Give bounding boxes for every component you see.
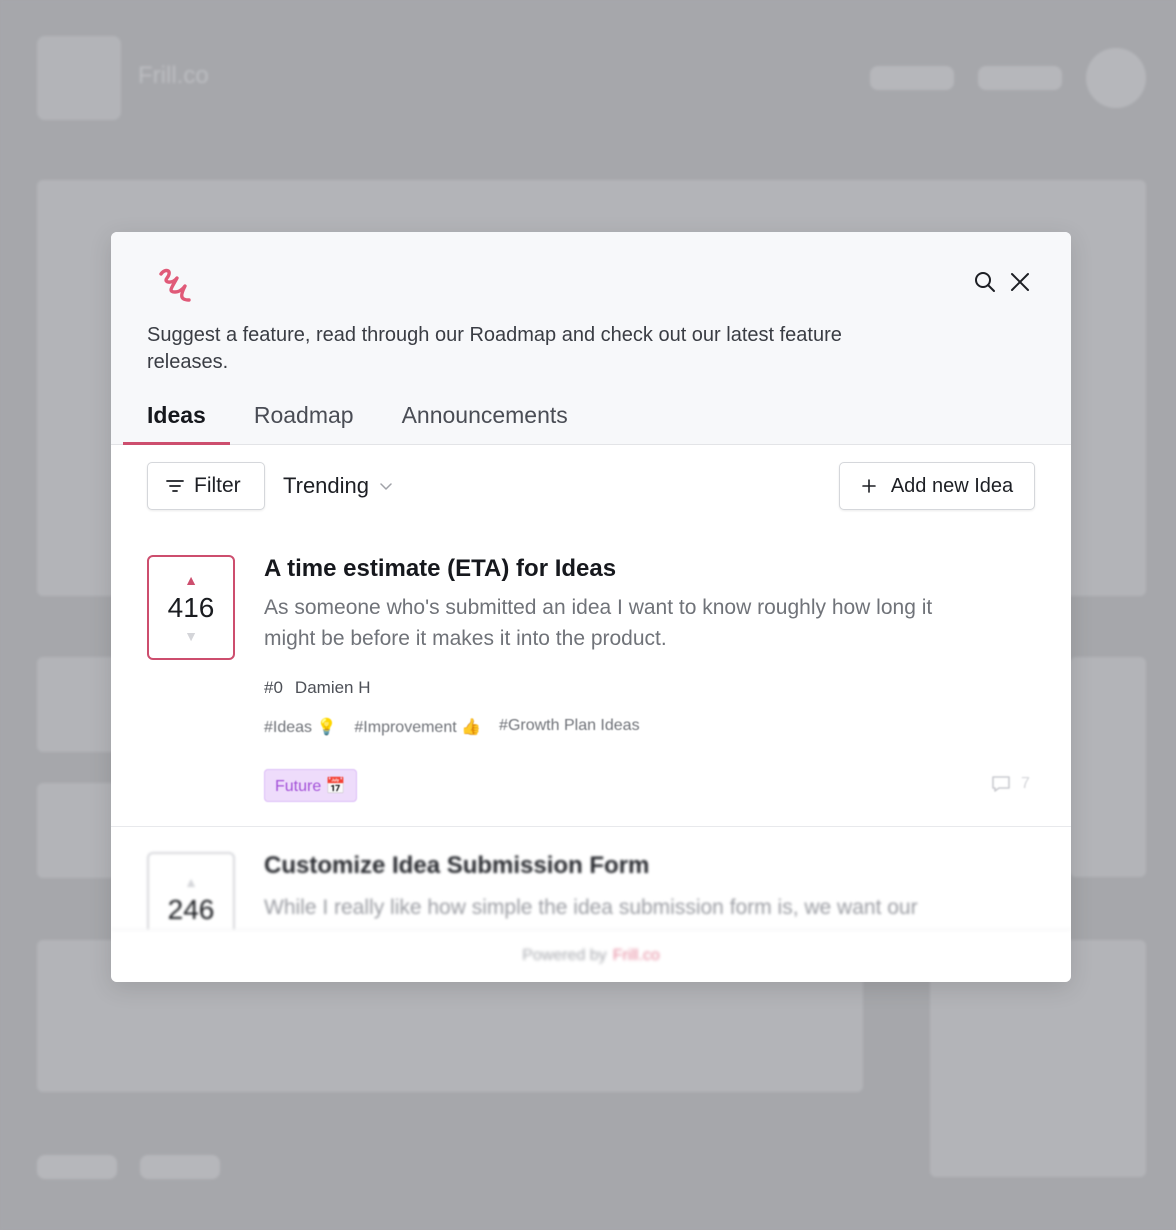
background-card [37, 657, 117, 752]
powered-by-footer: Powered by Frill.co [111, 929, 1071, 982]
chevron-down-icon [380, 483, 392, 490]
vote-widget: ▲ 416 ▼ [147, 555, 235, 660]
powered-by-link[interactable]: Frill.co [613, 947, 660, 965]
status-badge: Future 📅 [264, 769, 357, 802]
powered-by-label: Powered by [522, 947, 607, 964]
search-icon [975, 272, 995, 292]
background-card [1070, 657, 1146, 877]
tab-announcements[interactable]: Announcements [378, 400, 592, 445]
background-logo [37, 36, 121, 120]
upvote-arrow-icon[interactable]: ▲ [184, 874, 198, 890]
comment-count[interactable]: 7 [991, 775, 1030, 793]
idea-description: While I really like how simple the idea … [264, 896, 918, 919]
idea-title[interactable]: Customize Idea Submission Form [264, 852, 649, 880]
background-footer-pill [140, 1155, 220, 1179]
feedback-widget-modal: Suggest a feature, read through our Road… [111, 232, 1071, 982]
add-new-idea-button[interactable]: Add new Idea [839, 462, 1035, 510]
search-button[interactable] [971, 268, 999, 296]
close-icon [1011, 273, 1029, 291]
background-nav-pill [870, 66, 954, 90]
comment-count-value: 7 [1021, 775, 1030, 792]
frill-logo-icon [159, 268, 191, 302]
sort-dropdown[interactable]: Trending [283, 462, 393, 510]
background-nav-pill [978, 66, 1062, 90]
upvote-arrow-icon[interactable]: ▲ [184, 572, 198, 588]
close-button[interactable] [1006, 268, 1034, 296]
tab-bar: Ideas Roadmap Announcements [123, 400, 592, 445]
idea-tags: #Ideas 💡 #Improvement 👍 #Growth Plan Ide… [264, 717, 640, 737]
idea-title[interactable]: A time estimate (ETA) for Ideas [264, 555, 616, 583]
vote-count: 246 [167, 894, 215, 925]
background-brand: Frill.co [138, 62, 209, 89]
filter-label: Filter [194, 474, 241, 497]
idea-tag[interactable]: #Growth Plan Ideas [499, 717, 640, 737]
idea-number: #0 [264, 678, 283, 697]
background-card [37, 783, 117, 878]
idea-meta: #0 Damien H [264, 678, 371, 698]
filter-button[interactable]: Filter [147, 462, 265, 510]
background-footer-pill [37, 1155, 117, 1179]
tab-ideas[interactable]: Ideas [123, 400, 230, 445]
modal-header: Suggest a feature, read through our Road… [111, 232, 1071, 445]
tab-roadmap[interactable]: Roadmap [230, 400, 378, 445]
idea-author: Damien H [294, 678, 371, 697]
intro-text: Suggest a feature, read through our Road… [147, 324, 842, 373]
idea-tag[interactable]: #Ideas 💡 [264, 717, 336, 737]
filter-icon [166, 480, 184, 492]
sort-label: Trending [283, 473, 370, 498]
background-avatar [1086, 48, 1146, 108]
add-new-idea-label: Add new Idea [890, 474, 1014, 497]
idea-description: As someone who's submitted an idea I wan… [264, 596, 933, 650]
downvote-arrow-icon[interactable]: ▼ [184, 628, 198, 644]
plus-icon [862, 479, 876, 493]
vote-count: 416 [167, 591, 215, 623]
idea-tag[interactable]: #Improvement 👍 [354, 717, 481, 737]
comment-icon [992, 776, 1010, 792]
idea-divider [111, 826, 1071, 827]
